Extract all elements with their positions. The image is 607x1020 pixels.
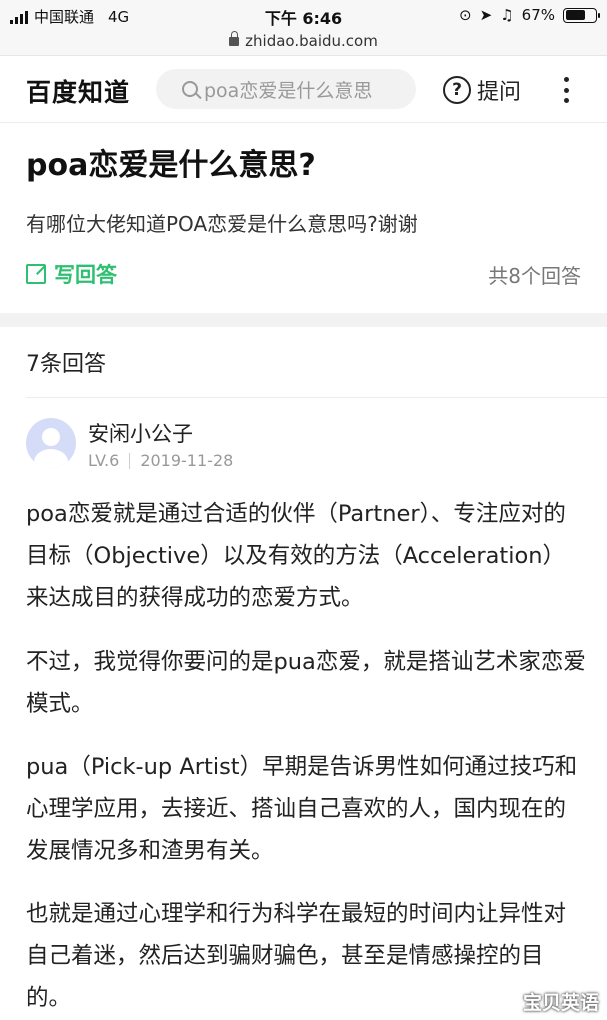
status-bar: 中国联通 4G 下午 6:46 ⊙ ➤ ♫ 67% (0, 0, 607, 32)
meta-separator (129, 452, 131, 469)
total-answers[interactable]: 共8个回答 (488, 260, 581, 289)
question-description: 有哪位大佬知道POA恋爱是什么意思吗?谢谢 (26, 212, 418, 236)
site-logo[interactable]: 百度知道 (26, 73, 130, 109)
battery-percent: 67% (521, 6, 555, 24)
location-icon: ➤ (479, 6, 493, 24)
write-answer-button[interactable]: 写回答 (26, 259, 117, 289)
answer-date: 2019-11-28 (140, 451, 234, 470)
avatar-head (42, 428, 60, 446)
section-divider (0, 313, 607, 327)
write-answer-label: 写回答 (54, 263, 117, 287)
site-header: 百度知道 poa恋爱是什么意思 ? 提问 (0, 57, 607, 123)
more-menu-icon[interactable] (556, 75, 576, 105)
status-right: ⊙ ➤ ♫ 67% (459, 6, 600, 24)
battery-fill (565, 10, 585, 20)
answer-paragraph: 不过，我觉得你要问的是pua恋爱，就是搭讪艺术家恋爱模式。 (26, 649, 586, 717)
search-placeholder: poa恋爱是什么意思 (204, 79, 373, 102)
rotation-lock-icon: ⊙ (459, 6, 472, 24)
question-circle-icon: ? (443, 76, 471, 104)
divider (26, 397, 607, 398)
url-text: zhidao.baidu.com (245, 32, 378, 50)
ask-label: 提问 (477, 80, 522, 105)
question-title: poa恋爱是什么意思? (26, 148, 316, 183)
search-input[interactable]: poa恋爱是什么意思 (156, 69, 416, 109)
answer-paragraph: pua（Pick-up Artist）早期是告诉男性如何通过技巧和心理学应用，去… (26, 754, 578, 864)
answerer-meta: LV.6 2019-11-28 (88, 451, 233, 470)
url-bar[interactable]: zhidao.baidu.com (0, 31, 607, 56)
headphones-icon: ♫ (500, 6, 514, 24)
lock-icon (229, 31, 240, 46)
edit-icon (26, 264, 46, 284)
user-level: LV.6 (88, 451, 120, 470)
ask-button[interactable]: ? 提问 (443, 74, 521, 106)
avatar-body (34, 449, 68, 468)
battery-icon (563, 7, 600, 23)
watermark: 宝贝英语 (522, 992, 599, 1014)
answerer-name[interactable]: 安闲小公子 (88, 418, 193, 448)
avatar[interactable] (26, 418, 76, 468)
answer-count: 7条回答 (26, 352, 106, 377)
answer-paragraph: 也就是通过心理学和行为科学在最短的时间内让异性对自己着迷，然后达到骗财骗色，甚至… (26, 901, 567, 1011)
answer-paragraph: poa恋爱就是通过合适的伙伴（Partner）、专注应对的目标（Objectiv… (26, 501, 566, 611)
search-icon (182, 81, 198, 97)
